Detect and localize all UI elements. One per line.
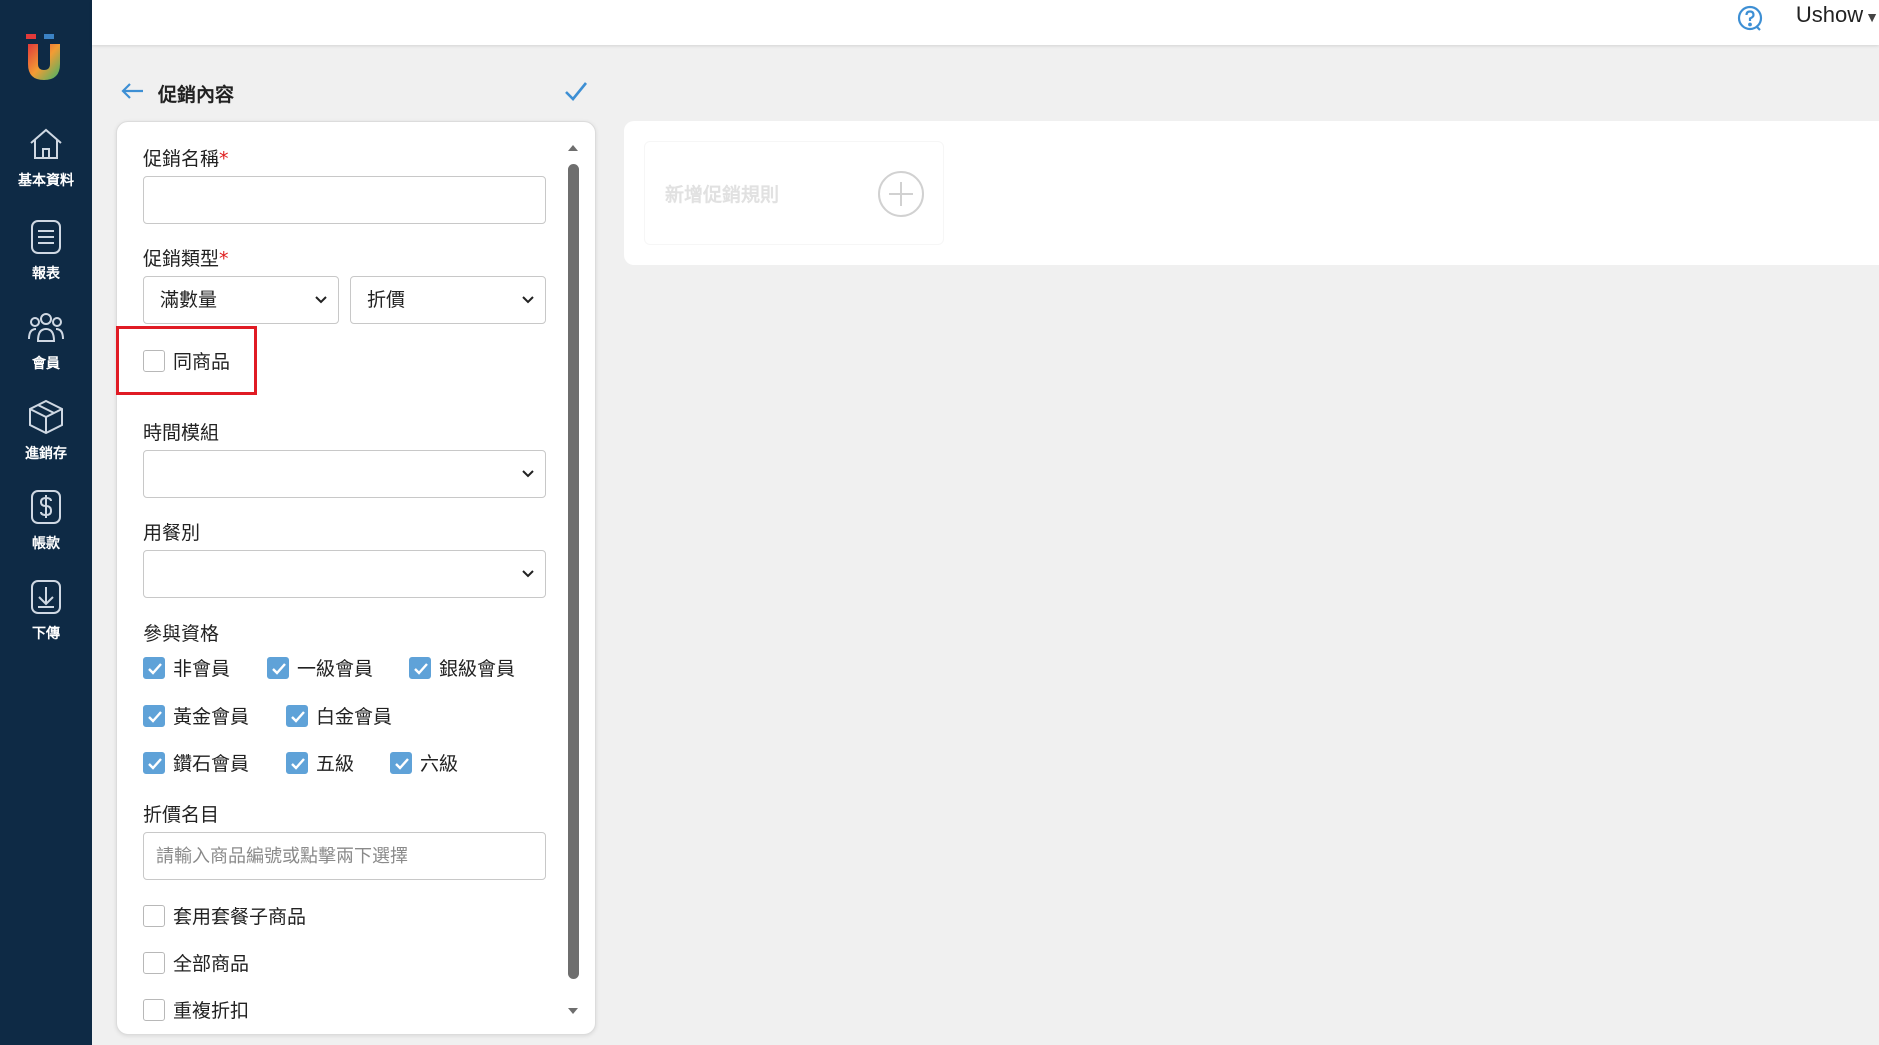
checkbox-checked[interactable] (267, 656, 289, 679)
members-icon (28, 313, 64, 342)
scroll-up-arrow-icon[interactable] (567, 142, 579, 154)
eligibility-option-label: 黃金會員 (173, 706, 250, 728)
sidebar: 基本資料 報表 會員 進銷存 帳款 下傳 (0, 0, 92, 1045)
sidebar-item-inventory[interactable]: 進銷存 (0, 397, 92, 477)
eligibility-option-label: 五級 (316, 753, 355, 775)
checkbox-unchecked[interactable] (143, 904, 165, 927)
user-name: Ushow (1795, 2, 1864, 27)
eligibility-option-label: 六級 (420, 753, 459, 775)
scrollbar-thumb[interactable] (568, 164, 579, 979)
meal-type-label: 用餐別 (143, 522, 201, 544)
eligibility-gold[interactable]: 黃金會員 (143, 702, 249, 729)
eligibility-option-label: 白金會員 (316, 706, 393, 728)
sidebar-item-label: 進銷存 (25, 446, 67, 462)
page-title: 促銷內容 (158, 84, 235, 106)
sidebar-item-download[interactable]: 下傳 (0, 577, 92, 657)
plus-circle-icon[interactable] (877, 170, 925, 218)
chevron-down-icon (522, 570, 534, 578)
promo-name-input[interactable] (143, 176, 546, 224)
add-rule-label: 新增促銷規則 (665, 184, 780, 206)
apply-combo-label: 套用套餐子商品 (173, 906, 307, 928)
promo-name-label: 促銷名稱* (143, 148, 229, 170)
back-arrow-icon[interactable] (120, 80, 146, 102)
promo-subtype-value: 折價 (367, 289, 406, 311)
sidebar-item-label: 報表 (32, 266, 60, 282)
time-module-label: 時間模組 (143, 422, 220, 444)
promo-type-select[interactable]: 滿數量 (143, 276, 339, 324)
checkbox-unchecked[interactable] (143, 998, 165, 1021)
checkbox-checked[interactable] (143, 704, 165, 727)
eligibility-option-label: 非會員 (173, 658, 231, 680)
scroll-down-arrow-icon[interactable] (567, 1005, 579, 1017)
sidebar-item-basic-info[interactable]: 基本資料 (0, 124, 92, 204)
required-asterisk: * (219, 148, 229, 170)
time-module-select[interactable] (143, 450, 546, 498)
highlight-annotation-box (116, 326, 257, 395)
check-icon[interactable] (562, 77, 590, 105)
eligibility-diamond[interactable]: 鑽石會員 (143, 749, 249, 776)
promo-subtype-select[interactable]: 折價 (350, 276, 546, 324)
eligibility-option-label: 一級會員 (297, 658, 374, 680)
required-asterisk: * (219, 248, 229, 270)
checkbox-checked[interactable] (409, 656, 431, 679)
all-products-checkbox[interactable]: 全部商品 (143, 949, 249, 976)
sidebar-item-label: 帳款 (32, 536, 60, 552)
ushow-logo[interactable] (24, 32, 64, 84)
eligibility-level-5[interactable]: 五級 (286, 749, 354, 776)
sidebar-item-accounts[interactable]: 帳款 (0, 487, 92, 567)
apply-combo-checkbox[interactable]: 套用套餐子商品 (143, 902, 306, 929)
eligibility-option-label: 銀級會員 (439, 658, 516, 680)
sidebar-item-label: 下傳 (32, 626, 60, 642)
eligibility-non-member[interactable]: 非會員 (143, 654, 230, 681)
promotion-rules-panel: 新增促銷規則 (624, 121, 1879, 265)
sidebar-item-label: 基本資料 (18, 173, 74, 189)
download-icon (31, 580, 61, 614)
eligibility-platinum[interactable]: 白金會員 (286, 702, 392, 729)
chevron-down-icon (522, 296, 534, 304)
promotion-form-panel: 促銷名稱* 促銷類型* 滿數量 折價 同商品 時間模組 用餐別 參與資格 非會員… (116, 121, 596, 1035)
top-bar: Ushow ▼ (92, 0, 1879, 45)
eligibility-silver[interactable]: 銀級會員 (409, 654, 515, 681)
sidebar-item-label: 會員 (32, 356, 60, 372)
checkbox-checked[interactable] (286, 704, 308, 727)
checkbox-checked[interactable] (143, 656, 165, 679)
discount-item-label: 折價名目 (143, 804, 220, 826)
add-rule-card[interactable]: 新增促銷規則 (644, 141, 944, 245)
repeat-discount-checkbox[interactable]: 重複折扣 (143, 996, 249, 1023)
dollar-icon (31, 490, 61, 524)
inventory-box-icon (29, 399, 63, 435)
report-icon (31, 220, 61, 254)
eligibility-level-6[interactable]: 六級 (390, 749, 458, 776)
form-scrollbar[interactable] (567, 142, 579, 1017)
caret-down-icon: ▼ (1865, 9, 1879, 25)
eligibility-label: 參與資格 (143, 623, 220, 645)
sidebar-item-reports[interactable]: 報表 (0, 217, 92, 297)
chevron-down-icon (522, 470, 534, 478)
eligibility-level-1[interactable]: 一級會員 (267, 654, 373, 681)
checkbox-unchecked[interactable] (143, 951, 165, 974)
page-header: 促銷內容 (120, 74, 590, 110)
chevron-down-icon (315, 296, 327, 304)
question-circle-icon[interactable] (1736, 4, 1764, 32)
checkbox-checked[interactable] (390, 751, 412, 774)
promo-type-label: 促銷類型* (143, 248, 229, 270)
sidebar-item-members[interactable]: 會員 (0, 307, 92, 387)
all-products-label: 全部商品 (173, 953, 250, 975)
checkbox-checked[interactable] (286, 751, 308, 774)
user-menu[interactable]: Ushow ▼ (1796, 2, 1879, 28)
meal-type-select[interactable] (143, 550, 546, 598)
checkbox-checked[interactable] (143, 751, 165, 774)
promo-type-value: 滿數量 (160, 289, 218, 311)
repeat-discount-label: 重複折扣 (173, 1000, 250, 1022)
eligibility-option-label: 鑽石會員 (173, 753, 250, 775)
home-icon (30, 128, 62, 159)
discount-item-input[interactable] (143, 832, 546, 880)
